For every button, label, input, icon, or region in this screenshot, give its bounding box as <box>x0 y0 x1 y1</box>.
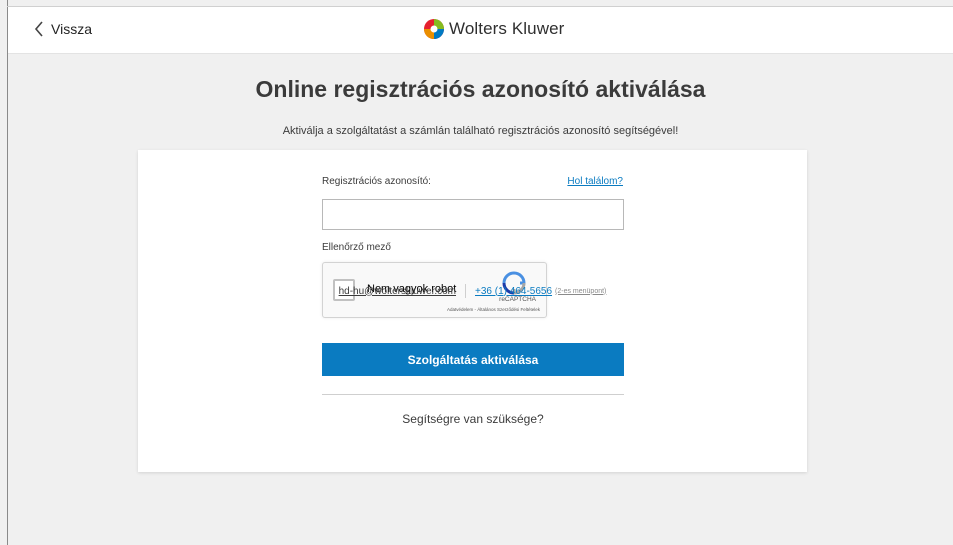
support-phone-link[interactable]: +36 (1) 464-5656 <box>475 286 552 297</box>
contact-separator <box>465 284 467 298</box>
brand: Wolters Kluwer <box>423 18 564 40</box>
page-title: Online regisztrációs azonosító aktiválás… <box>255 76 706 102</box>
activate-button[interactable]: Szolgáltatás aktiválása <box>322 343 624 376</box>
page-subtitle: Aktiválja a szolgáltatást a számlán talá… <box>282 125 679 137</box>
support-email-link[interactable]: hd-hu@wolterskluwer.com <box>339 286 456 297</box>
where-to-find-link[interactable]: Hol találom? <box>567 176 623 187</box>
help-title: Segítségre van szüksége? <box>402 412 544 426</box>
brand-name: Wolters Kluwer <box>449 19 565 38</box>
phone-menu-note: (2-es menüpont) <box>555 287 607 295</box>
code-label: Regisztrációs azonosító: <box>322 176 431 187</box>
registration-code-input[interactable] <box>322 199 624 230</box>
back-button[interactable]: Vissza <box>33 21 92 37</box>
back-label: Vissza <box>51 21 92 37</box>
wolters-kluwer-logo-icon <box>424 19 444 39</box>
recaptcha-links[interactable]: Adatvédelem - Általános Szerződési Felté… <box>447 307 540 312</box>
divider <box>322 394 624 395</box>
chevron-left-icon <box>34 21 43 37</box>
activation-card: Regisztrációs azonosító: Hol találom? El… <box>138 150 807 472</box>
contact-row: hd-hu@wolterskluwer.com +36 (1) 464-5656… <box>138 284 807 298</box>
captcha-label: Ellenőrző mező <box>322 242 391 253</box>
top-bar: Vissza Wolters Kluwer <box>8 7 953 54</box>
